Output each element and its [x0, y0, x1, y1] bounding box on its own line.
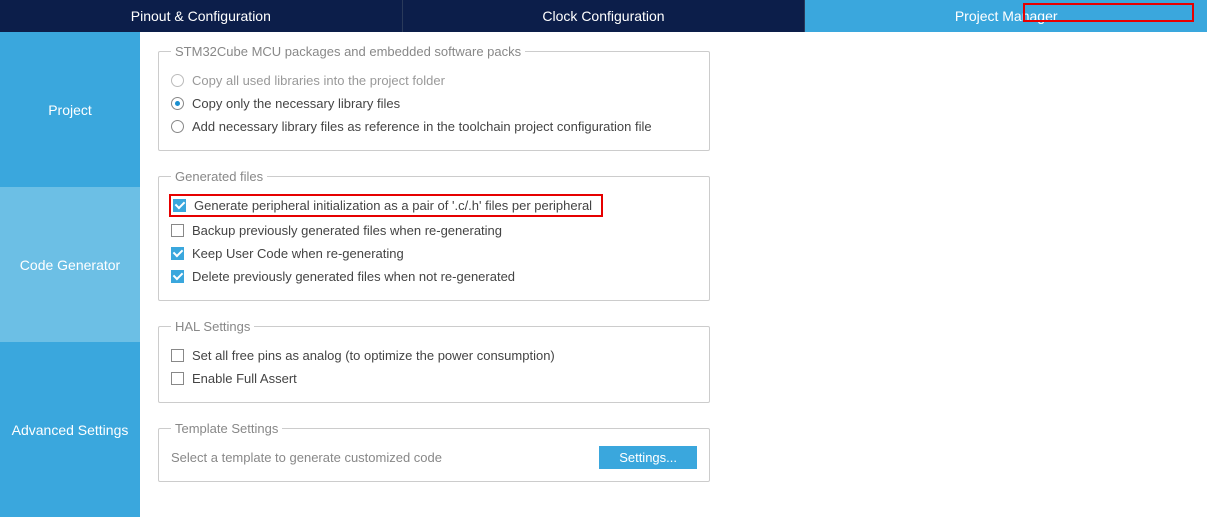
opt-analog[interactable]: Set all free pins as analog (to optimize… [171, 344, 697, 367]
checkbox-icon [171, 224, 184, 237]
main-tabs: Pinout & Configuration Clock Configurati… [0, 0, 1207, 32]
opt-peripheral[interactable]: Generate peripheral initialization as a … [173, 198, 599, 213]
template-text: Select a template to generate customized… [171, 450, 579, 465]
radio-icon [171, 97, 184, 110]
opt-copy-necessary[interactable]: Copy only the necessary library files [171, 92, 697, 115]
main-panel: STM32Cube MCU packages and embedded soft… [140, 32, 1207, 518]
content: Project Code Generator Advanced Settings… [0, 32, 1207, 518]
highlight-marker: Generate peripheral initialization as a … [169, 194, 603, 217]
opt-keep-user[interactable]: Keep User Code when re-generating [171, 242, 697, 265]
tab-pinout[interactable]: Pinout & Configuration [0, 0, 403, 32]
checkbox-icon [171, 349, 184, 362]
generated-files-group: Generated files Generate peripheral init… [158, 169, 710, 301]
generated-legend: Generated files [171, 169, 267, 184]
opt-backup-label: Backup previously generated files when r… [192, 223, 502, 238]
opt-assert[interactable]: Enable Full Assert [171, 367, 697, 390]
radio-icon [171, 74, 184, 87]
checkbox-icon [171, 247, 184, 260]
template-legend: Template Settings [171, 421, 282, 436]
opt-backup[interactable]: Backup previously generated files when r… [171, 219, 697, 242]
sidebar-item-code-generator[interactable]: Code Generator [0, 187, 140, 342]
opt-add-reference[interactable]: Add necessary library files as reference… [171, 115, 697, 138]
opt-copy-all-label: Copy all used libraries into the project… [192, 73, 445, 88]
opt-analog-label: Set all free pins as analog (to optimize… [192, 348, 555, 363]
opt-add-reference-label: Add necessary library files as reference… [192, 119, 652, 134]
checkbox-icon [171, 372, 184, 385]
checkbox-icon [173, 199, 186, 212]
radio-icon [171, 120, 184, 133]
opt-copy-necessary-label: Copy only the necessary library files [192, 96, 400, 111]
tab-project-manager[interactable]: Project Manager [805, 0, 1207, 32]
settings-button[interactable]: Settings... [599, 446, 697, 469]
packages-group: STM32Cube MCU packages and embedded soft… [158, 44, 710, 151]
opt-assert-label: Enable Full Assert [192, 371, 297, 386]
opt-keep-user-label: Keep User Code when re-generating [192, 246, 404, 261]
opt-peripheral-label: Generate peripheral initialization as a … [194, 198, 592, 213]
opt-delete-label: Delete previously generated files when n… [192, 269, 515, 284]
template-row: Select a template to generate customized… [171, 446, 697, 469]
hal-legend: HAL Settings [171, 319, 254, 334]
checkbox-icon [171, 270, 184, 283]
hal-settings-group: HAL Settings Set all free pins as analog… [158, 319, 710, 403]
sidebar-item-project[interactable]: Project [0, 32, 140, 187]
opt-copy-all[interactable]: Copy all used libraries into the project… [171, 69, 697, 92]
sidebar-item-advanced-settings[interactable]: Advanced Settings [0, 342, 140, 517]
template-settings-group: Template Settings Select a template to g… [158, 421, 710, 482]
tab-clock[interactable]: Clock Configuration [403, 0, 806, 32]
packages-legend: STM32Cube MCU packages and embedded soft… [171, 44, 525, 59]
opt-delete[interactable]: Delete previously generated files when n… [171, 265, 697, 288]
tab-project-manager-label: Project Manager [955, 8, 1058, 24]
sidebar: Project Code Generator Advanced Settings [0, 32, 140, 518]
